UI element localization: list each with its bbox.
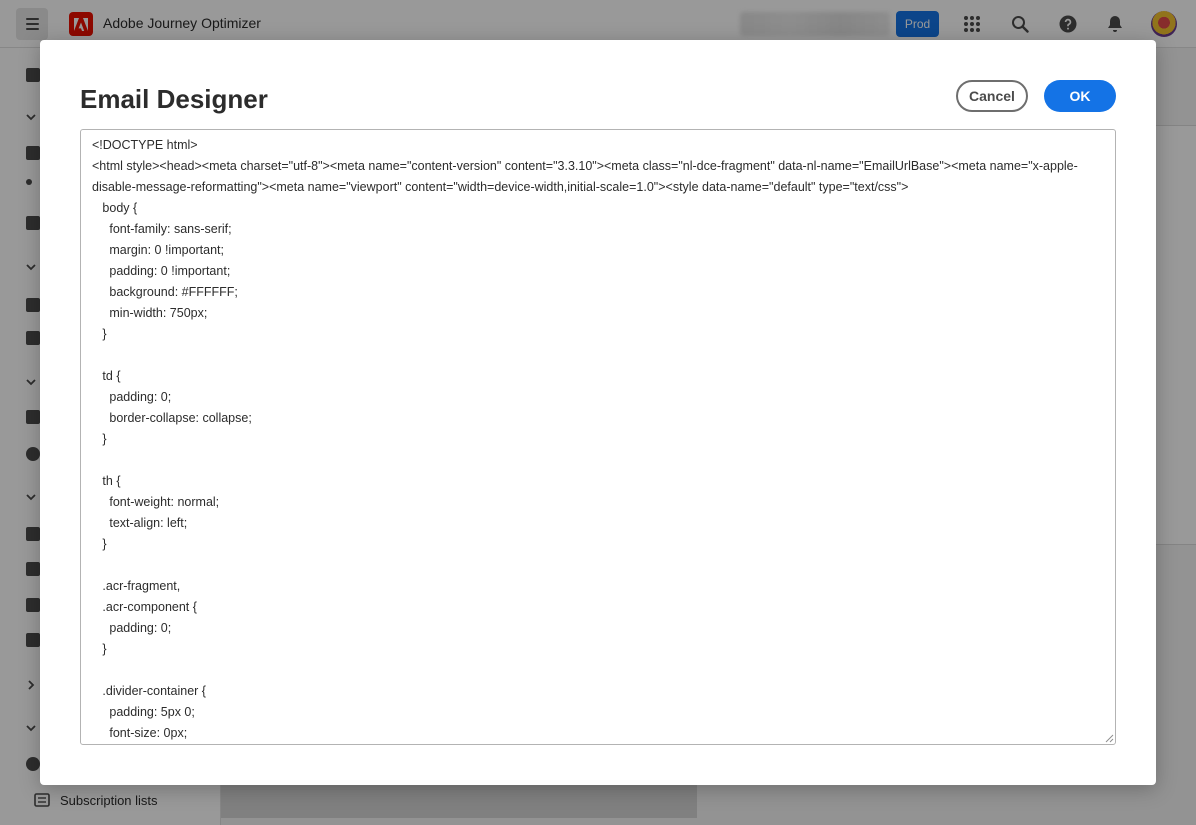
dialog-title: Email Designer [80,84,268,114]
resize-handle-icon[interactable] [1104,733,1114,743]
email-designer-dialog: Email Designer Cancel OK <!DOCTYPE html>… [40,40,1156,785]
ok-button[interactable]: OK [1044,80,1116,112]
cancel-button[interactable]: Cancel [956,80,1028,112]
html-code-text[interactable]: <!DOCTYPE html> <html style><head><meta … [92,135,1082,744]
html-code-editor[interactable]: <!DOCTYPE html> <html style><head><meta … [80,129,1116,745]
